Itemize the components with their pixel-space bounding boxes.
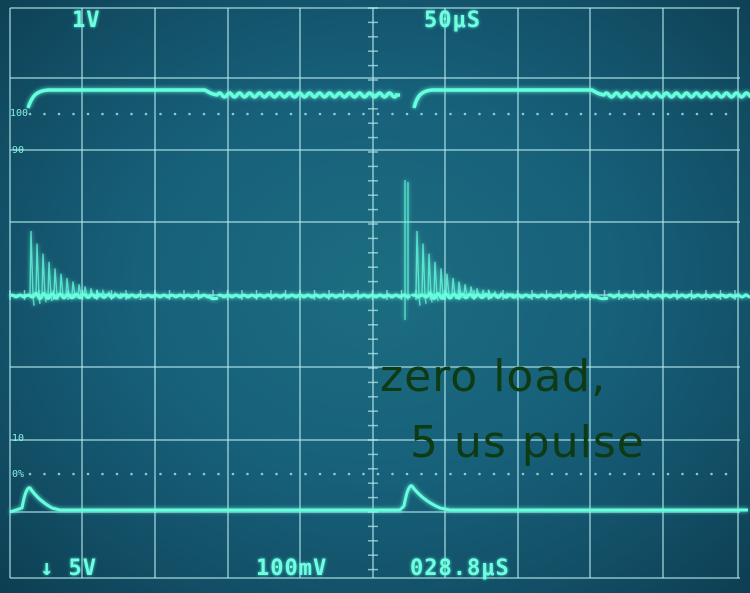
oscilloscope-screen: 1V 50μS ↓ 5V 100mV 028.8μS 100 90 10 0% … [0,0,750,593]
marker-100-percent: 100 [10,108,29,119]
marker-90-percent: 90 [12,145,25,156]
marker-10-percent: 10 [12,433,25,444]
math-trace [9,484,748,514]
ch2-scale-readout: ↓ 5V [40,556,97,581]
waveforms [8,88,750,514]
annotation-line-1: zero load, [380,351,607,402]
cursor-time-readout: 028.8μS [410,556,510,581]
annotation-line-2: 5 us pulse [410,417,645,468]
channel-1-trace [26,88,750,109]
timebase-readout: 50μS [424,8,481,33]
math-scale-readout: 100mV [256,556,328,581]
ch1-scale-readout: 1V [72,8,101,33]
marker-0-percent: 0% [12,469,25,480]
ringing-spikes [29,180,529,320]
